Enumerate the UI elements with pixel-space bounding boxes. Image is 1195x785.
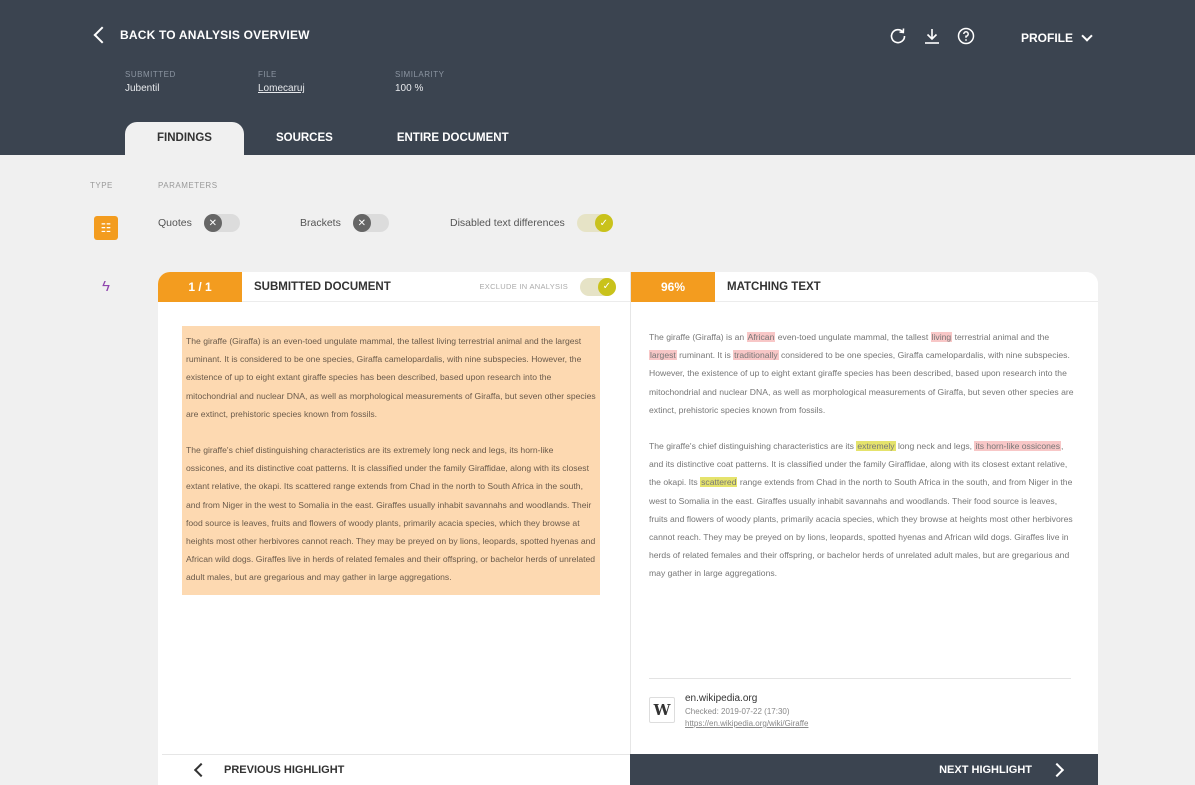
matching-text-body: The giraffe (Giraffa) is an African even… bbox=[649, 328, 1075, 583]
filter-brackets: Brackets ✕ bbox=[300, 214, 389, 232]
source-checked: Checked: 2019-07-22 (17:30) bbox=[685, 707, 790, 716]
tab-entire-document[interactable]: ENTIRE DOCUMENT bbox=[365, 122, 541, 155]
check-icon: ✓ bbox=[598, 277, 616, 296]
matching-paragraph: The giraffe (Giraffa) is an African even… bbox=[649, 328, 1075, 419]
refresh-icon[interactable] bbox=[888, 26, 908, 46]
tab-bar: FINDINGS SOURCES ENTIRE DOCUMENT bbox=[125, 122, 541, 155]
source-domain: en.wikipedia.org bbox=[685, 693, 758, 704]
header-icon-group bbox=[888, 26, 976, 46]
previous-highlight-label: PREVIOUS HIGHLIGHT bbox=[224, 764, 345, 776]
chevron-right-icon bbox=[1049, 762, 1065, 777]
meta-value: 100 % bbox=[395, 83, 424, 94]
back-label: BACK TO ANALYSIS OVERVIEW bbox=[120, 28, 310, 42]
meta-value: Jubentil bbox=[125, 83, 160, 94]
meta-key: FILE bbox=[258, 70, 277, 79]
panel-title: SUBMITTED DOCUMENT bbox=[254, 280, 391, 293]
close-icon: ✕ bbox=[203, 214, 222, 232]
diff-highlight: largest bbox=[649, 350, 677, 361]
source-info: W en.wikipedia.org Checked: 2019-07-22 (… bbox=[649, 678, 1071, 728]
profile-label: PROFILE bbox=[1021, 31, 1074, 45]
chevron-left-icon bbox=[93, 26, 111, 44]
chevron-left-icon bbox=[193, 762, 209, 778]
source-details: en.wikipedia.org Checked: 2019-07-22 (17… bbox=[685, 693, 808, 728]
match-percent: 96% bbox=[631, 272, 715, 302]
text-run: ruminant. It is bbox=[676, 350, 734, 361]
matching-paragraph: The giraffe's chief distinguishing chara… bbox=[649, 437, 1075, 583]
meta-key: SIMILARITY bbox=[395, 70, 445, 79]
submitted-document-panel: 1 / 1 SUBMITTED DOCUMENT EXCLUDE IN ANAL… bbox=[158, 272, 630, 785]
diff-highlight: scattered bbox=[700, 477, 738, 488]
diff-highlight: African bbox=[746, 332, 776, 342]
type-lightning-button[interactable]: ϟ bbox=[94, 274, 118, 298]
text-run: long neck and legs, bbox=[895, 441, 975, 452]
grid-icon: ☷ bbox=[100, 221, 112, 235]
exclude-label: EXCLUDE IN ANALYSIS bbox=[479, 282, 568, 291]
text-run: The giraffe (Giraffa) is an bbox=[649, 332, 747, 342]
diff-highlight: living bbox=[930, 332, 953, 342]
wikipedia-icon: W bbox=[649, 697, 675, 723]
tab-sources[interactable]: SOURCES bbox=[244, 122, 365, 155]
finding-counter: 1 / 1 bbox=[158, 272, 242, 302]
text-differences-toggle[interactable]: ✓ bbox=[576, 214, 613, 232]
back-to-overview-link[interactable]: BACK TO ANALYSIS OVERVIEW bbox=[92, 26, 310, 44]
type-label: TYPE bbox=[90, 181, 113, 190]
filter-label: Quotes bbox=[158, 217, 192, 229]
lightning-icon: ϟ bbox=[102, 277, 110, 295]
check-icon: ✓ bbox=[594, 214, 613, 232]
text-run: terrestrial animal and the bbox=[952, 332, 1050, 342]
tab-findings[interactable]: FINDINGS bbox=[125, 122, 244, 155]
quotes-toggle[interactable]: ✕ bbox=[203, 214, 240, 232]
previous-highlight-button[interactable]: PREVIOUS HIGHLIGHT bbox=[162, 754, 630, 785]
next-highlight-button[interactable]: NEXT HIGHLIGHT bbox=[630, 754, 1098, 785]
source-url-link[interactable]: https://en.wikipedia.org/wiki/Giraffe bbox=[685, 719, 808, 728]
diff-highlight: traditionally bbox=[733, 350, 779, 361]
profile-menu[interactable]: PROFILE bbox=[1021, 30, 1093, 45]
panel-header: 96% MATCHING TEXT bbox=[631, 272, 1098, 302]
parameters-label: PARAMETERS bbox=[158, 181, 218, 190]
filter-label: Brackets bbox=[300, 217, 341, 229]
brackets-toggle[interactable]: ✕ bbox=[352, 214, 389, 232]
diff-highlight: its horn-like ossicones bbox=[974, 441, 1061, 452]
meta-file-link[interactable]: Lomecaruj bbox=[258, 83, 305, 94]
diff-highlight: extremely bbox=[856, 441, 896, 452]
meta-file: FILE Lomecaruj bbox=[258, 70, 305, 94]
exclude-control: EXCLUDE IN ANALYSIS ✓ bbox=[479, 277, 616, 296]
help-icon[interactable] bbox=[956, 26, 976, 46]
filter-text-differences: Disabled text differences ✓ bbox=[450, 214, 613, 232]
text-run: The giraffe's chief distinguishing chara… bbox=[649, 441, 857, 452]
matching-text-panel: 96% MATCHING TEXT The giraffe (Giraffa) … bbox=[630, 272, 1098, 785]
submitted-paragraph: The giraffe's chief distinguishing chara… bbox=[186, 445, 596, 583]
panel-header: 1 / 1 SUBMITTED DOCUMENT EXCLUDE IN ANAL… bbox=[158, 272, 630, 302]
text-run: even-toed ungulate mammal, the tallest bbox=[775, 332, 931, 342]
next-highlight-label: NEXT HIGHLIGHT bbox=[939, 763, 1032, 776]
filter-quotes: Quotes ✕ bbox=[158, 214, 240, 232]
meta-key: SUBMITTED bbox=[125, 70, 176, 79]
filter-label: Disabled text differences bbox=[450, 217, 565, 229]
submitted-paragraph: The giraffe (Giraffa) is an even-toed un… bbox=[186, 336, 596, 419]
meta-submitted: SUBMITTED Jubentil bbox=[125, 70, 176, 94]
submitted-text-highlight: The giraffe (Giraffa) is an even-toed un… bbox=[182, 326, 600, 595]
type-text-button[interactable]: ☷ bbox=[94, 216, 118, 240]
close-icon: ✕ bbox=[352, 214, 371, 232]
exclude-toggle[interactable]: ✓ bbox=[580, 277, 616, 296]
meta-similarity: SIMILARITY 100 % bbox=[395, 70, 444, 94]
panel-title: MATCHING TEXT bbox=[727, 280, 821, 293]
top-header: BACK TO ANALYSIS OVERVIEW SUBMITTED Jube… bbox=[0, 0, 1195, 155]
chevron-down-icon bbox=[1081, 30, 1093, 42]
text-run: range extends from Chad in the north to … bbox=[649, 477, 1073, 579]
download-icon[interactable] bbox=[922, 26, 942, 46]
